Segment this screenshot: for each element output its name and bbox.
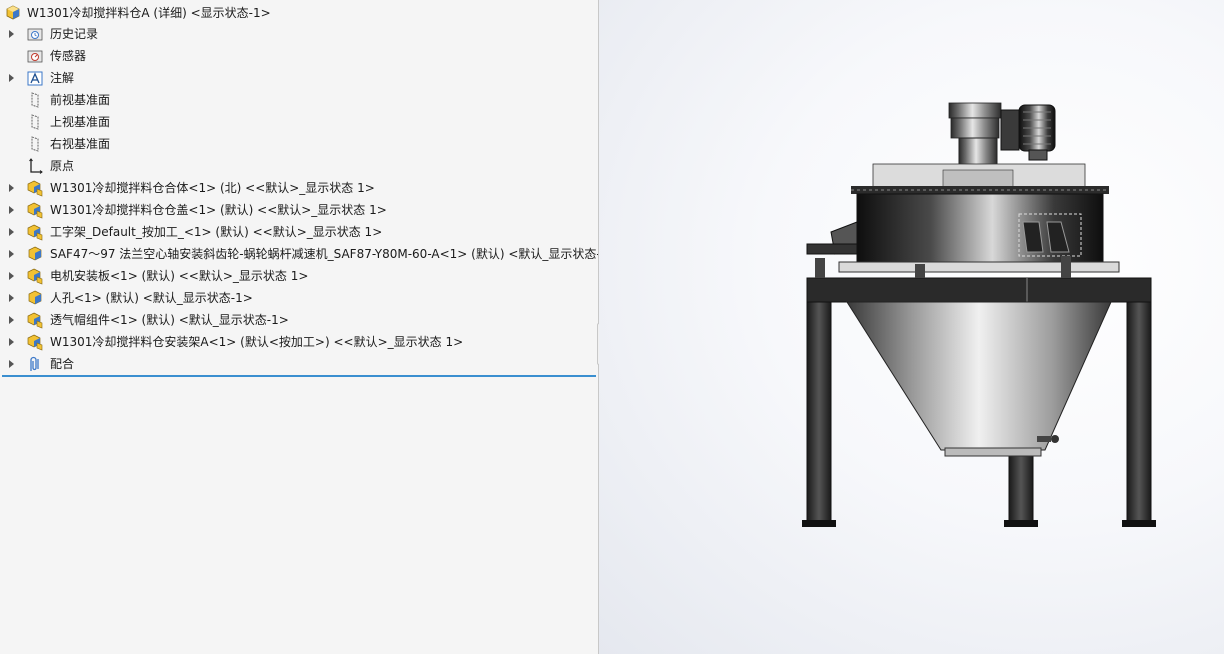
tree-item-component[interactable]: W1301冷却搅拌料仓仓盖<1> (默认) <<默认>_显示状态 1> [0, 199, 598, 221]
hopper-assembly-model [802, 102, 1156, 527]
tree-root-label: W1301冷却搅拌料仓A (详细) <显示状态-1> [27, 6, 271, 20]
expand-arrow-icon[interactable] [9, 30, 14, 38]
subassembly-icon [27, 224, 43, 241]
mixing-barrel [806, 193, 1104, 263]
tree-item-origin[interactable]: 原点 [0, 155, 598, 177]
subassembly-icon [27, 312, 43, 329]
expand-arrow-icon[interactable] [9, 206, 14, 214]
plane-icon [31, 92, 39, 108]
part-icon [28, 246, 42, 261]
tree-item-top-plane[interactable]: 上视基准面 [0, 111, 598, 133]
tree-item-sensors[interactable]: 传感器 [0, 45, 598, 67]
expand-arrow-icon[interactable] [9, 360, 14, 368]
tree-item-front-plane[interactable]: 前视基准面 [0, 89, 598, 111]
tree-item-component[interactable]: W1301冷却搅拌料仓安装架A<1> (默认<按加工>) <<默认>_显示状态 … [0, 331, 598, 353]
tree-item-label: W1301冷却搅拌料仓仓盖<1> (默认) <<默认>_显示状态 1> [50, 203, 387, 217]
history-folder-icon [27, 28, 43, 41]
origin-icon [29, 158, 43, 174]
tree-item-label: 工字架_Default_按加工_<1> (默认) <<默认>_显示状态 1> [50, 225, 383, 239]
expand-arrow-icon[interactable] [9, 338, 14, 346]
tree-item-label: 前视基准面 [50, 93, 111, 107]
graphics-viewport[interactable] [599, 0, 1224, 654]
tree-item-component[interactable]: W1301冷却搅拌料仓合体<1> (北) <<默认>_显示状态 1> [0, 177, 598, 199]
subassembly-icon [27, 268, 43, 285]
tree-item-history[interactable]: 历史记录 [0, 23, 598, 45]
sensor-icon [27, 50, 43, 63]
tree-rollback-bar[interactable] [2, 375, 596, 377]
tree-item-label: 上视基准面 [50, 115, 111, 129]
subassembly-icon [27, 202, 43, 219]
part-icon [28, 290, 42, 305]
tree-item-component[interactable]: 透气帽组件<1> (默认) <默认_显示状态-1> [0, 309, 598, 331]
tree-item-mates[interactable]: 配合 [0, 353, 598, 375]
subassembly-icon [27, 180, 43, 197]
tree-item-component[interactable]: 电机安装板<1> (默认) <<默认>_显示状态 1> [0, 265, 598, 287]
expand-arrow-icon[interactable] [9, 228, 14, 236]
expand-arrow-icon[interactable] [9, 294, 14, 302]
tree-item-component[interactable]: 工字架_Default_按加工_<1> (默认) <<默认>_显示状态 1> [0, 221, 598, 243]
expand-arrow-icon[interactable] [9, 74, 14, 82]
tree-item-label: 右视基准面 [50, 137, 111, 151]
subassembly-icon [27, 334, 43, 351]
tree-item-label: 历史记录 [50, 27, 99, 41]
assembly-icon [6, 5, 20, 20]
tree-item-label: 传感器 [50, 49, 87, 63]
tree-item-label: 配合 [50, 357, 75, 371]
hopper-cone [846, 301, 1112, 457]
tree-item-label: W1301冷却搅拌料仓安装架A<1> (默认<按加工>) <<默认>_显示状态 … [50, 335, 464, 349]
feature-manager-tree: W1301冷却搅拌料仓A (详细) <显示状态-1> 历史记录 传感器 注解 前… [0, 0, 599, 654]
bin-cover [851, 163, 1109, 194]
tree-root-assembly[interactable]: W1301冷却搅拌料仓A (详细) <显示状态-1> [0, 2, 598, 24]
expand-arrow-icon[interactable] [9, 316, 14, 324]
tree-item-label: 注解 [50, 71, 75, 85]
tree-item-label: 电机安装板<1> (默认) <<默认>_显示状态 1> [50, 269, 309, 283]
plane-icon [31, 114, 39, 130]
tree-item-label: SAF47～97 法兰空心轴安装斜齿轮-蜗轮蜗杆减速机_SAF87-Y80M-6… [50, 247, 599, 261]
expand-arrow-icon[interactable] [9, 184, 14, 192]
plane-icon [31, 136, 39, 152]
mates-icon [30, 356, 39, 371]
tree-item-annotations[interactable]: 注解 [0, 67, 598, 89]
motor-gearbox [948, 102, 1056, 171]
annotation-icon [27, 71, 43, 86]
expand-arrow-icon[interactable] [9, 272, 14, 280]
tree-item-right-plane[interactable]: 右视基准面 [0, 133, 598, 155]
tree-item-label: 透气帽组件<1> (默认) <默认_显示状态-1> [50, 313, 289, 327]
tree-item-label: 原点 [50, 159, 75, 173]
tree-item-label: W1301冷却搅拌料仓合体<1> (北) <<默认>_显示状态 1> [50, 181, 375, 195]
expand-arrow-icon[interactable] [9, 250, 14, 258]
tree-item-component[interactable]: SAF47～97 法兰空心轴安装斜齿轮-蜗轮蜗杆减速机_SAF87-Y80M-6… [0, 243, 598, 265]
tree-item-component[interactable]: 人孔<1> (默认) <默认_显示状态-1> [0, 287, 598, 309]
tree-item-label: 人孔<1> (默认) <默认_显示状态-1> [50, 291, 253, 305]
